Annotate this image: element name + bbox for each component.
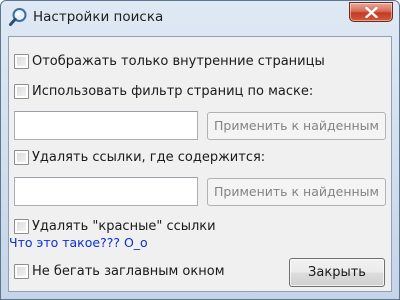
close-button[interactable]: Закрыть xyxy=(289,258,385,287)
mask-filter-checkbox[interactable] xyxy=(14,83,29,99)
mask-filter-option[interactable]: Использовать фильтр страниц по маске: xyxy=(14,82,313,100)
title-bar[interactable]: Настройки поиска xyxy=(1,1,399,35)
settings-panel: Отображать только внутренние страницы Ис… xyxy=(8,36,392,292)
window-title: Настройки поиска xyxy=(33,9,164,25)
remove-links-label: Удалять ссылки, где содержится: xyxy=(32,149,266,165)
remove-red-links-option[interactable]: Удалять "красные" ссылки xyxy=(14,217,216,235)
remove-red-links-checkbox[interactable] xyxy=(14,218,29,234)
magnifier-icon xyxy=(8,7,28,27)
remove-red-links-label: Удалять "красные" ссылки xyxy=(32,218,216,234)
what-is-this-link[interactable]: Что это такое??? О_о xyxy=(9,235,148,250)
no-main-window-option[interactable]: Не бегать заглавным окном xyxy=(14,262,225,280)
search-settings-window: Настройки поиска Отображать только внутр… xyxy=(0,0,400,300)
remove-links-input[interactable] xyxy=(14,177,198,206)
mask-filter-input[interactable] xyxy=(14,111,198,140)
window-close-button[interactable] xyxy=(349,2,393,22)
internal-only-checkbox[interactable] xyxy=(14,53,29,69)
mask-filter-label: Использовать фильтр страниц по маске: xyxy=(32,83,314,99)
close-icon xyxy=(365,7,378,18)
apply-mask-filter-button[interactable]: Применить к найденным xyxy=(207,112,386,140)
apply-remove-links-button[interactable]: Применить к найденным xyxy=(207,178,386,206)
internal-only-option[interactable]: Отображать только внутренние страницы xyxy=(14,52,325,70)
no-main-window-checkbox[interactable] xyxy=(14,263,29,279)
remove-links-checkbox[interactable] xyxy=(14,149,29,165)
no-main-window-label: Не бегать заглавным окном xyxy=(32,263,225,279)
internal-only-label: Отображать только внутренние страницы xyxy=(32,53,325,69)
remove-links-option[interactable]: Удалять ссылки, где содержится: xyxy=(14,148,265,166)
